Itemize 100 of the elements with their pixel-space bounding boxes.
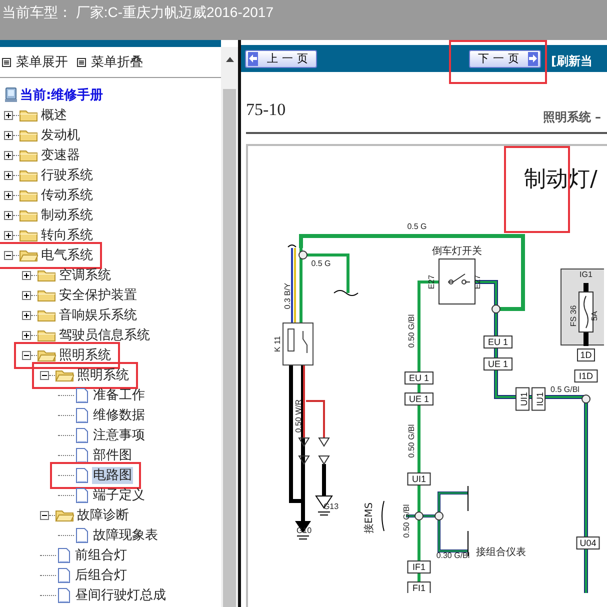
tree-item[interactable]: 转向系统	[40, 226, 94, 244]
tree-item[interactable]: 照明系统	[58, 346, 112, 364]
wire-label: E27	[427, 274, 436, 290]
junction-dot	[414, 512, 424, 520]
document-icon	[58, 548, 70, 562]
connector-label: FI1	[407, 582, 431, 593]
diagram-note: 接EMS	[364, 502, 375, 534]
tree-item[interactable]: 部件图	[92, 446, 133, 464]
folder-icon	[19, 168, 38, 182]
tree-item[interactable]: 电气系统	[40, 246, 94, 264]
tree-item[interactable]: 音响娱乐系统	[58, 306, 138, 324]
folder-icon	[19, 208, 38, 222]
tree-item[interactable]: 后组合灯	[74, 566, 128, 584]
wire-label: FS 36	[569, 305, 578, 327]
tree-item[interactable]: 电路图	[92, 466, 133, 484]
expand-toggle[interactable]	[22, 350, 31, 360]
tree-item[interactable]: 概述	[40, 106, 68, 124]
wire-label: 0.3 B/Y	[283, 282, 292, 310]
folder-icon	[19, 228, 38, 242]
document-icon	[58, 588, 70, 602]
wire-label: 0.5 G/Bl	[550, 385, 580, 394]
expand-toggle[interactable]	[40, 510, 49, 520]
folder-icon	[19, 148, 38, 162]
folder-icon	[37, 268, 56, 282]
expand-toggle[interactable]	[4, 170, 13, 180]
tree-item[interactable]: 变速器	[40, 146, 81, 164]
connector-label: UE 1	[484, 358, 512, 370]
expand-toggle[interactable]	[4, 230, 13, 240]
tree-item[interactable]: 驾驶员信息系统	[58, 326, 151, 344]
folder-icon	[37, 308, 56, 322]
list-icon	[2, 58, 11, 66]
junction-dot	[434, 512, 444, 520]
wire-label: 5A	[590, 311, 599, 321]
tree-item[interactable]: 昼间行驶灯总成	[74, 586, 167, 604]
next-page-button[interactable]: 下一页	[469, 50, 541, 68]
expand-toggle[interactable]	[4, 210, 13, 220]
running-head: 照明系统 –	[542, 109, 601, 126]
connector-label: UI1	[407, 472, 431, 486]
wire-label: G13	[323, 502, 339, 511]
expand-toggle[interactable]	[4, 190, 13, 200]
expand-toggle[interactable]	[22, 270, 31, 280]
tree-item[interactable]: 故障现象表	[92, 526, 159, 544]
tree-item[interactable]: 照明系统	[76, 366, 130, 384]
expand-toggle[interactable]	[4, 150, 13, 160]
tree-item[interactable]: 安全保护装置	[58, 286, 138, 304]
connector-label: I1D	[574, 370, 598, 382]
folder-icon	[19, 108, 38, 122]
tree-item[interactable]: 端子定义	[92, 486, 146, 504]
led-drawing	[298, 438, 330, 465]
tree-root-label[interactable]: 当前:维修手册	[20, 86, 104, 104]
refresh-link[interactable]: [刷新当	[551, 53, 592, 70]
wire-label: IG1	[580, 270, 592, 279]
diagram-note: 倒车灯开关	[432, 246, 482, 257]
tree-item[interactable]: 前组合灯	[74, 546, 128, 564]
list-icon	[77, 58, 86, 66]
wire-label: 0.5 G	[311, 259, 331, 268]
wire-label: K 11	[273, 336, 282, 352]
connector-label: U04	[576, 536, 600, 550]
tree-item[interactable]: 制动系统	[40, 206, 94, 224]
scroll-up-arrow-icon[interactable]	[226, 55, 234, 63]
tree-item[interactable]: 发动机	[40, 126, 81, 144]
tree-item[interactable]: 准备工作	[92, 386, 146, 404]
folder-icon	[37, 348, 56, 362]
expand-toggle[interactable]	[22, 290, 31, 300]
document-icon	[76, 468, 88, 482]
left-arrow-icon	[248, 52, 258, 66]
expand-toggle[interactable]	[40, 370, 49, 380]
expand-toggle[interactable]	[4, 130, 13, 140]
folder-icon	[37, 328, 56, 342]
scrollbar[interactable]	[221, 47, 238, 607]
computer-icon	[4, 87, 18, 103]
menu-link[interactable]: 菜单折叠	[91, 53, 143, 71]
previous-page-button[interactable]: 上一页	[245, 50, 317, 68]
document-icon	[76, 408, 88, 422]
tree-item[interactable]: 行驶系统	[40, 166, 94, 184]
wire-label: 0.50 G/Bl	[402, 504, 411, 538]
tree-item[interactable]: 传动系统	[40, 186, 94, 204]
window-title: 当前车型： 厂家:C-重庆力帆迈威2016-2017	[2, 4, 274, 22]
tree-item[interactable]: 注意事项	[92, 426, 146, 444]
tree-item[interactable]: 空调系统	[58, 266, 112, 284]
connector-label: IU1	[532, 387, 546, 411]
wire-label: 0.30 G/Bl	[436, 551, 470, 560]
folder-icon	[37, 288, 56, 302]
junction-dot	[492, 304, 500, 314]
wire-label: 0.50 G/Bl	[407, 424, 416, 458]
document-icon	[76, 428, 88, 442]
folder-icon	[55, 508, 74, 522]
expand-toggle[interactable]	[4, 250, 13, 260]
expand-toggle[interactable]	[4, 110, 13, 120]
document-icon	[76, 488, 88, 502]
tree-item[interactable]: 维修数据	[92, 406, 146, 424]
expand-toggle[interactable]	[22, 310, 31, 320]
menu-link[interactable]: 菜单展开	[16, 53, 68, 71]
document-icon	[76, 448, 88, 462]
wire-label: 0.50 W/R	[294, 399, 303, 433]
junction-dot	[298, 250, 308, 260]
folder-icon	[19, 128, 38, 142]
tree-item[interactable]: 故障诊断	[76, 506, 130, 524]
expand-toggle[interactable]	[22, 330, 31, 340]
connector-label: EU 1	[484, 336, 512, 348]
